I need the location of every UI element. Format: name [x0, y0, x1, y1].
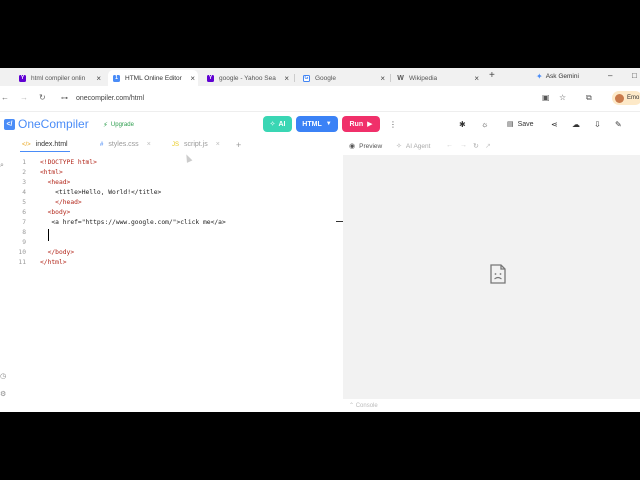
file-tabs: </> index.html # styles.css × JS script.…	[0, 138, 342, 154]
close-tab-icon[interactable]: ×	[96, 74, 101, 83]
broken-page-icon	[490, 264, 506, 284]
close-tab-icon[interactable]: ×	[190, 74, 195, 83]
close-tab-icon[interactable]: ×	[284, 74, 289, 83]
save-icon: ▤	[507, 121, 514, 128]
bookmark-star-icon[interactable]: ☆	[559, 93, 566, 102]
code-line: 10 </body>	[18, 249, 75, 256]
file-tab-script[interactable]: JS script.js ×	[172, 141, 220, 148]
site-info-icon[interactable]: ⊶	[61, 94, 68, 102]
upgrade-link[interactable]: ⚡ Upgrade	[103, 121, 134, 129]
code-line: 9	[22, 239, 26, 246]
tab-strip: Y html compiler onlin × 1 HTML Online Ed…	[0, 68, 640, 86]
search-icon[interactable]: ⌕	[0, 162, 4, 170]
js-file-icon: JS	[172, 141, 180, 148]
gemini-icon: ✦	[536, 72, 543, 81]
yahoo-icon: Y	[19, 74, 26, 82]
yahoo-icon: Y	[207, 74, 214, 82]
app-header: </ OneCompiler ⚡ Upgrade ✧ AI HTML ▼ Run…	[0, 112, 640, 138]
language-select[interactable]: HTML ▼	[296, 116, 338, 132]
extensions-icon[interactable]: ⧉	[586, 93, 592, 103]
close-file-icon[interactable]: ×	[147, 141, 151, 148]
settings-icon[interactable]: ⚙	[0, 390, 6, 398]
tab-divider	[294, 74, 295, 82]
address-bar: ← → ↻ ⊶ onecompiler.com/html ▣ ☆ ⧉ Emo	[0, 86, 640, 112]
browser-tab-3[interactable]: G Google ×	[298, 70, 388, 86]
code-line: 3 <head>	[22, 179, 71, 186]
browser-tab-0[interactable]: Y html compiler onlin ×	[14, 70, 104, 86]
close-tab-icon[interactable]: ×	[474, 74, 479, 83]
tab-divider	[390, 74, 391, 82]
theme-toggle-icon[interactable]: ☼	[481, 120, 488, 129]
code-line: 2 <html>	[22, 169, 63, 176]
preview-pane[interactable]	[343, 155, 640, 399]
new-tab-button[interactable]: +	[489, 70, 495, 81]
avatar	[615, 93, 624, 103]
clipboard-icon[interactable]: ▣	[542, 93, 550, 102]
preview-tabs: ◉ Preview ✧ AI Agent ← → ↻ ↗	[342, 138, 640, 154]
browser-window: Y html compiler onlin × 1 HTML Online Ed…	[0, 68, 640, 412]
play-icon: ▶	[367, 121, 373, 128]
download-icon[interactable]: ⇩	[594, 120, 601, 129]
chevron-up-icon: ⌃	[349, 403, 355, 409]
ai-button[interactable]: ✧ AI	[263, 116, 292, 132]
cloud-upload-icon[interactable]: ☁	[572, 120, 580, 129]
preview-back-icon[interactable]: ←	[446, 142, 453, 149]
text-cursor	[48, 229, 49, 241]
file-tab-styles[interactable]: # styles.css ×	[100, 141, 151, 148]
history-icon[interactable]: ◷	[0, 372, 6, 380]
run-button[interactable]: Run ▶	[342, 116, 380, 132]
preview-open-icon[interactable]: ↗	[485, 142, 491, 150]
sparkle-icon: ✧	[396, 143, 402, 150]
eye-icon: ◉	[349, 143, 356, 150]
wikipedia-icon: W	[397, 74, 404, 82]
onecompiler-logo[interactable]: </ OneCompiler	[4, 117, 89, 131]
close-file-icon[interactable]: ×	[216, 141, 220, 148]
back-icon[interactable]: ←	[1, 93, 9, 102]
pane-splitter[interactable]	[336, 221, 343, 222]
bug-icon[interactable]: ✱	[459, 120, 466, 129]
browser-tab-2[interactable]: Y google - Yahoo Sea ×	[202, 70, 292, 86]
chevron-down-icon: ▼	[325, 121, 332, 127]
browser-tab-4[interactable]: W Wikipedia ×	[392, 70, 482, 86]
close-tab-icon[interactable]: ×	[380, 74, 385, 83]
url-field[interactable]: onecompiler.com/html	[76, 95, 144, 102]
upgrade-icon: ⚡	[103, 122, 108, 129]
code-line: 5 </head>	[22, 199, 82, 206]
onecompiler-icon: 1	[113, 74, 120, 82]
code-editor[interactable]: 1 <!DOCTYPE html> 2 <html> 3 <head> 4 <tit…	[12, 158, 342, 412]
browser-tab-1[interactable]: 1 HTML Online Editor ×	[108, 70, 198, 86]
logo-icon: </	[4, 118, 15, 130]
share-icon[interactable]: ⋖	[551, 120, 558, 129]
code-line: 1 <!DOCTYPE html>	[22, 159, 97, 166]
minimize-icon[interactable]: –	[608, 71, 612, 80]
preview-forward-icon[interactable]: →	[460, 142, 467, 149]
code-line: 8	[22, 229, 26, 236]
html-file-icon: </>	[22, 141, 31, 148]
forward-icon[interactable]: →	[20, 93, 28, 102]
code-line: 4 <title>Hello, World!</title>	[22, 189, 162, 196]
profile-button[interactable]: Emo	[612, 91, 640, 105]
more-options-icon[interactable]: ⋮	[389, 120, 397, 129]
maximize-icon[interactable]: □	[632, 71, 637, 80]
file-tab-index[interactable]: </> index.html	[20, 141, 70, 152]
sparkle-icon: ✧	[269, 121, 276, 128]
save-button[interactable]: ▤ Save	[507, 120, 534, 129]
ask-gemini-button[interactable]: ✦ Ask Gemini	[536, 72, 579, 81]
code-line: 7 <a href="https://www.google.com/">clic…	[22, 219, 226, 226]
code-line: 6 <body>	[22, 209, 71, 216]
code-line: 11 </html>	[18, 259, 67, 266]
google-icon: G	[303, 74, 310, 82]
console-toggle[interactable]: ⌃ Console	[343, 399, 640, 412]
tab-ai-agent[interactable]: ✧ AI Agent	[396, 142, 430, 151]
css-file-icon: #	[100, 141, 104, 148]
add-file-button[interactable]: +	[236, 140, 241, 150]
magic-wand-icon[interactable]: ✎	[615, 120, 622, 129]
reload-icon[interactable]: ↻	[39, 93, 46, 102]
preview-reload-icon[interactable]: ↻	[473, 142, 479, 150]
tab-preview[interactable]: ◉ Preview	[349, 142, 382, 151]
